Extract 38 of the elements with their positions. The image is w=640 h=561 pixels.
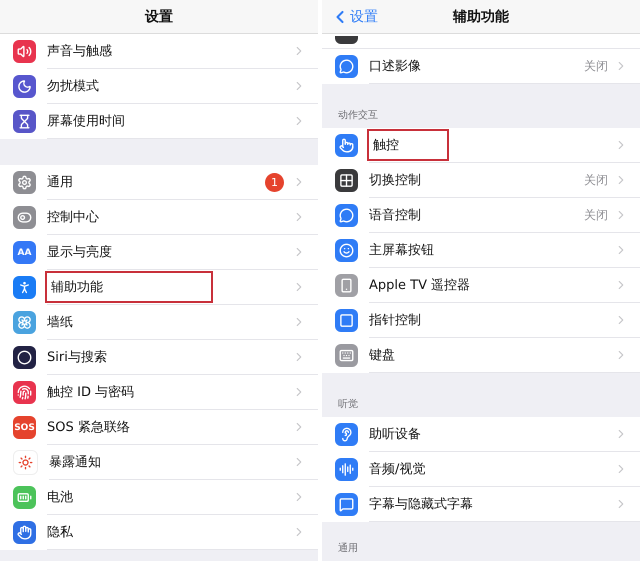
setting-label[interactable]: SOS 紧急联络 [47,413,130,441]
window-title: 设置 [145,8,173,26]
setting-label[interactable]: 通用 [47,168,73,196]
setting-value: 关闭 [584,58,608,74]
setting-value: 关闭 [584,206,608,224]
setting-label[interactable]: 显示与亮度 [47,238,112,266]
setting-label[interactable]: 声音与触感 [47,37,112,65]
setting-label[interactable]: 助听设备 [369,420,421,448]
setting-label[interactable]: Apple TV 遥控器 [369,271,470,299]
setting-label[interactable]: 音频/视觉 [369,455,426,483]
setting-label[interactable]: 屏幕使用时间 [47,107,125,135]
setting-label[interactable]: 触控 ID 与密码 [47,378,134,406]
setting-label[interactable]: 墙纸 [47,308,73,336]
setting-label[interactable]: 指针控制 [369,306,421,334]
setting-label[interactable]: 电池 [47,483,73,511]
setting-label[interactable]: 控制中心 [47,203,99,231]
window-title: 辅助功能 [453,8,509,26]
setting-value: 关闭 [584,172,608,188]
setting-label[interactable]: 暴露通知 [49,448,101,476]
notification-badge: 1 [265,172,284,192]
setting-label[interactable]: 隐私 [47,518,73,546]
setting-label[interactable]: 键盘 [369,341,395,369]
back-button[interactable]: 设置 [322,6,378,26]
app-icon [335,36,358,44]
setting-label[interactable]: 切换控制 [369,166,421,194]
text-size-icon: AA [13,241,36,264]
setting-label[interactable]: 触控 [369,131,447,159]
section-header: 动作交互 [338,108,378,122]
sos-icon: SOS [13,416,36,439]
setting-label[interactable]: 勿扰模式 [47,72,99,100]
setting-label[interactable]: 字幕与隐藏式字幕 [369,490,473,518]
section-header: 听觉 [338,398,358,411]
section-header: 通用 [338,542,358,555]
setting-label[interactable]: Siri与搜索 [47,343,107,371]
setting-label[interactable]: 语音控制 [369,201,421,229]
setting-label[interactable]: 口述影像 [369,52,421,80]
setting-label[interactable]: 主屏幕按钮 [369,236,434,264]
setting-label[interactable]: 辅助功能 [47,273,211,301]
